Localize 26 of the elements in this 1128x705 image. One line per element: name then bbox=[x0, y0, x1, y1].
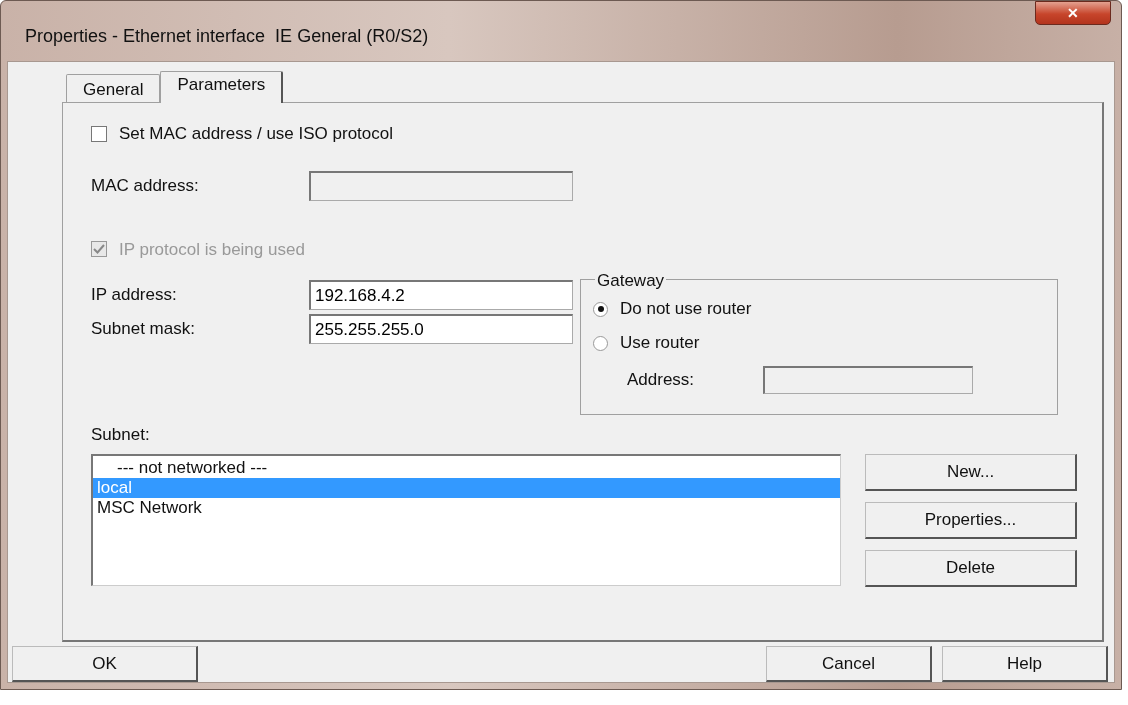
list-item[interactable]: MSC Network bbox=[93, 497, 840, 518]
radio-label: Use router bbox=[620, 332, 700, 355]
radio-label: Do not use router bbox=[620, 298, 752, 321]
tab[interactable]: General bbox=[66, 74, 161, 102]
close-button[interactable]: ✕ bbox=[1035, 1, 1111, 25]
dialog-button[interactable]: Properties... bbox=[865, 501, 1077, 539]
subnet-list[interactable]: --- not networked --- local MSC Network bbox=[91, 453, 841, 586]
dialog-button[interactable]: Help bbox=[942, 646, 1108, 682]
dialog-button[interactable]: Cancel bbox=[766, 646, 932, 682]
ok-button[interactable]: OK bbox=[12, 646, 198, 682]
radio-button[interactable] bbox=[593, 335, 608, 351]
subnet-label: Subnet: bbox=[91, 424, 151, 446]
list-item[interactable]: --- not networked --- bbox=[93, 457, 840, 478]
window-title: Properties - Ethernet interface IE General (R0/S2) bbox=[25, 25, 429, 48]
checkbox-label: IP protocol is being used bbox=[119, 238, 305, 261]
field-label: Subnet mask: bbox=[91, 318, 196, 341]
tab[interactable]: Parameters bbox=[160, 71, 284, 103]
radio-button[interactable] bbox=[593, 301, 608, 317]
field-label: MAC address: bbox=[91, 174, 200, 197]
text-field[interactable]: 192.168.4.2 bbox=[309, 280, 573, 310]
field-label: IP address: bbox=[91, 284, 178, 307]
dialog-button[interactable]: Delete bbox=[865, 549, 1077, 587]
text-field[interactable]: 255.255.255.0 bbox=[309, 314, 573, 344]
checkbox-label: Set MAC address / use ISO protocol bbox=[119, 123, 393, 145]
field-label: Address: bbox=[627, 369, 696, 392]
dialog-button[interactable]: New... bbox=[865, 453, 1077, 491]
